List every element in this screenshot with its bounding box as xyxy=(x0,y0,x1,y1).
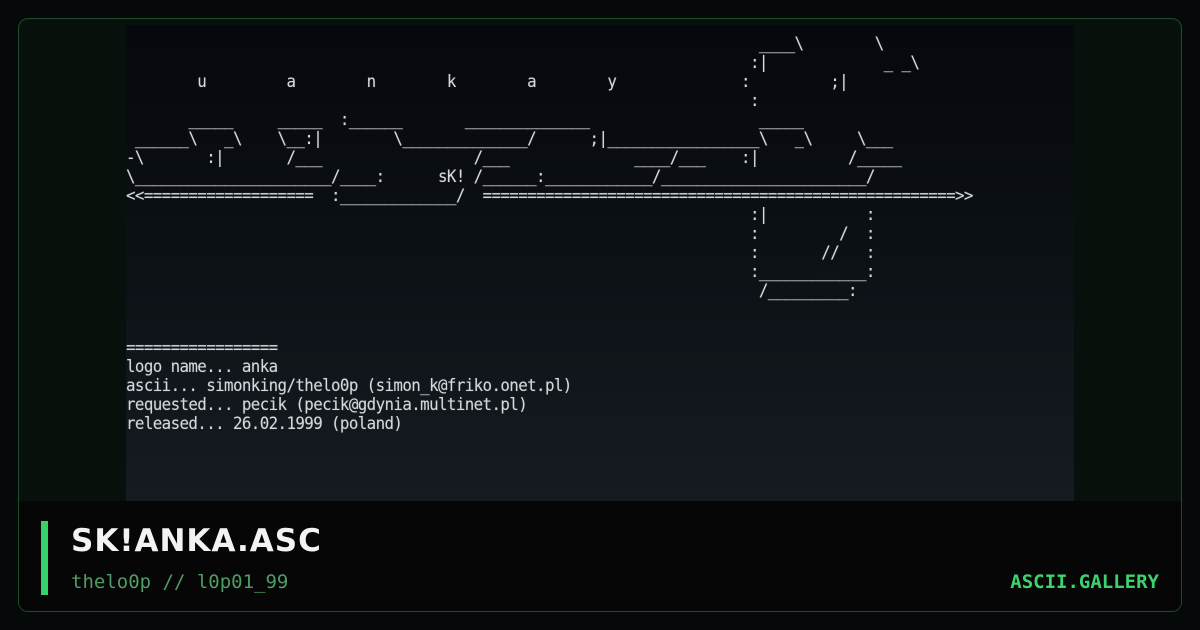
card-footer: SK!ANKA.ASC thelo0p // l0p01_99 ASCII.GA… xyxy=(19,501,1181,611)
accent-bar xyxy=(41,521,48,595)
ascii-art-preview[interactable]: ____\ \ :| _ _\ u a n k a y : ;|: _____… xyxy=(126,25,1074,501)
site-brand-link[interactable]: ASCII.GALLERY xyxy=(1010,571,1159,593)
author-subtitle[interactable]: thelo0p // l0p01_99 xyxy=(71,571,288,593)
ascii-art-text: ____\ \ :| _ _\ u a n k a y : ;|: _____… xyxy=(126,34,973,434)
ascii-card[interactable]: ____\ \ :| _ _\ u a n k a y : ;|: _____… xyxy=(18,18,1182,612)
file-title[interactable]: SK!ANKA.ASC xyxy=(71,523,322,559)
